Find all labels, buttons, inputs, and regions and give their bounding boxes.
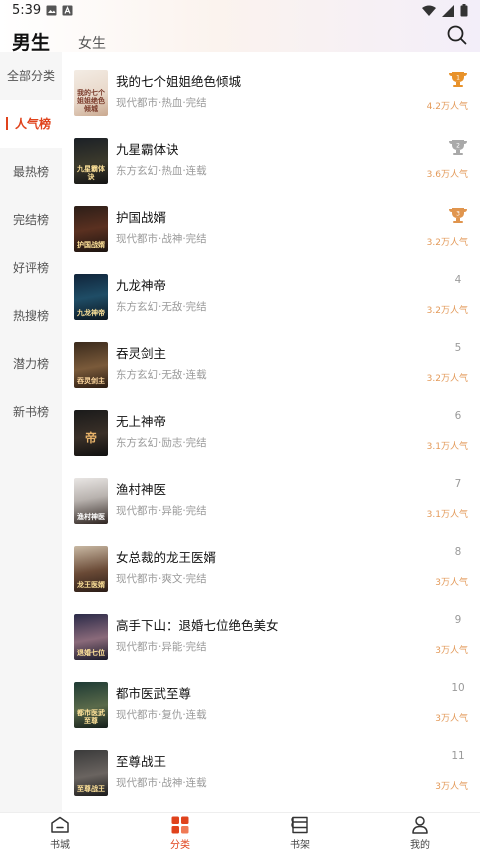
book-cover[interactable]: 龙王医婿	[74, 546, 108, 592]
popularity-count: 3万人气	[435, 646, 468, 656]
book-cover[interactable]: 吞灵剑主	[74, 342, 108, 388]
popularity-count: 3.2万人气	[426, 374, 468, 384]
tab-male[interactable]: 男生	[12, 28, 50, 55]
svg-text:1: 1	[456, 75, 460, 82]
bookshelf-icon	[291, 816, 308, 834]
book-title[interactable]: 渔村神医	[116, 479, 166, 498]
sidebar-item-all-categories[interactable]: 全部分类	[0, 52, 62, 100]
book-row[interactable]: 九星霸体诀 九星霸体诀 东方玄幻·热血·连载 2 3.6万人气	[62, 138, 480, 206]
rank-number: 11	[451, 750, 465, 762]
book-title[interactable]: 至尊战王	[116, 751, 166, 770]
signal-icon	[442, 4, 454, 17]
book-title[interactable]: 高手下山：退婚七位绝色美女	[116, 615, 279, 634]
book-title[interactable]: 吞灵剑主	[116, 343, 166, 362]
image-notification-icon	[46, 5, 57, 16]
book-title[interactable]: 都市医武至尊	[116, 683, 191, 702]
svg-text:3: 3	[456, 211, 460, 218]
popularity-count: 3.1万人气	[426, 442, 468, 452]
book-tags: 东方玄幻·热血·连载	[116, 165, 207, 177]
book-row[interactable]: 九龙神帝 九龙神帝 东方玄幻·无敌·完结 4 3.2万人气	[62, 274, 480, 342]
book-tags: 现代都市·战神·连载	[116, 777, 207, 789]
sidebar-item-hottest[interactable]: 最热榜	[0, 148, 62, 196]
category-sidebar: 全部分类 人气榜 最热榜 完结榜 好评榜 热搜榜 潜力榜 新书榜	[0, 52, 62, 812]
popularity-count: 4.2万人气	[426, 102, 468, 112]
book-row[interactable]: 退婚七位 高手下山：退婚七位绝色美女 现代都市·异能·完结 9 3万人气	[62, 614, 480, 682]
book-cover[interactable]: 渔村神医	[74, 478, 108, 524]
book-tags: 东方玄幻·励志·完结	[116, 437, 207, 449]
book-cover[interactable]: 至尊战王	[74, 750, 108, 796]
status-bar: 5:39	[0, 0, 480, 22]
book-tags: 现代都市·异能·完结	[116, 641, 207, 653]
book-title[interactable]: 九星霸体诀	[116, 139, 179, 158]
nav-bookstore[interactable]: 书城	[30, 816, 90, 853]
rank-number: 5	[454, 342, 462, 354]
rank-number: 6	[454, 410, 462, 422]
nav-profile[interactable]: 我的	[390, 816, 450, 853]
book-cover[interactable]: 都市医武至尊	[74, 682, 108, 728]
book-ranking-list: 我的七个姐姐绝色倾城 我的七个姐姐绝色倾城 现代都市·热血·完结 1 4.2万人…	[62, 52, 480, 812]
sidebar-item-new-books[interactable]: 新书榜	[0, 388, 62, 436]
popularity-count: 3.1万人气	[426, 510, 468, 520]
bronze-trophy-icon: 3	[449, 208, 467, 223]
book-cover[interactable]: 九龙神帝	[74, 274, 108, 320]
bookstore-icon	[51, 816, 69, 833]
nav-category[interactable]: 分类	[150, 816, 210, 853]
popularity-count: 3万人气	[435, 782, 468, 792]
book-tags: 现代都市·复仇·连载	[116, 709, 207, 721]
rank-number: 7	[454, 478, 462, 490]
profile-icon	[412, 816, 428, 834]
book-cover[interactable]: 退婚七位	[74, 614, 108, 660]
svg-text:2: 2	[456, 143, 460, 150]
sidebar-item-potential[interactable]: 潜力榜	[0, 340, 62, 388]
book-tags: 现代都市·异能·完结	[116, 505, 207, 517]
gold-trophy-icon: 1	[449, 72, 467, 87]
book-row[interactable]: 我的七个姐姐绝色倾城 我的七个姐姐绝色倾城 现代都市·热血·完结 1 4.2万人…	[62, 70, 480, 138]
book-cover[interactable]: 九星霸体诀	[74, 138, 108, 184]
popularity-count: 3.2万人气	[426, 238, 468, 248]
category-icon	[171, 816, 189, 834]
book-title[interactable]: 护国战婿	[116, 207, 166, 226]
book-row[interactable]: 帝 无上神帝 东方玄幻·励志·完结 6 3.1万人气	[62, 410, 480, 478]
book-cover[interactable]: 帝	[74, 410, 108, 456]
sidebar-item-completed[interactable]: 完结榜	[0, 196, 62, 244]
rank-number: 4	[454, 274, 462, 286]
nav-bookshelf[interactable]: 书架	[270, 816, 330, 853]
book-tags: 现代都市·爽文·完结	[116, 573, 207, 585]
sidebar-item-popularity[interactable]: 人气榜	[0, 100, 62, 148]
wifi-icon	[422, 5, 436, 16]
book-row[interactable]: 都市医武至尊 都市医武至尊 现代都市·复仇·连载 10 3万人气	[62, 682, 480, 750]
rank-number: 8	[454, 546, 462, 558]
book-cover[interactable]: 我的七个姐姐绝色倾城	[74, 70, 108, 116]
rank-number: 10	[451, 682, 465, 694]
book-row[interactable]: 至尊战王 至尊战王 现代都市·战神·连载 11 3万人气	[62, 750, 480, 818]
book-cover[interactable]: 护国战婿	[74, 206, 108, 252]
book-row[interactable]: 护国战婿 护国战婿 现代都市·战神·完结 3 3.2万人气	[62, 206, 480, 274]
battery-icon	[460, 4, 468, 17]
popularity-count: 3万人气	[435, 578, 468, 588]
sidebar-item-hot-search[interactable]: 热搜榜	[0, 292, 62, 340]
book-title[interactable]: 九龙神帝	[116, 275, 166, 294]
status-time: 5:39	[12, 3, 42, 18]
book-row[interactable]: 龙王医婿 女总裁的龙王医婿 现代都市·爽文·完结 8 3万人气	[62, 546, 480, 614]
book-title[interactable]: 我的七个姐姐绝色倾城	[116, 71, 241, 90]
popularity-count: 3万人气	[435, 714, 468, 724]
book-title[interactable]: 女总裁的龙王医婿	[116, 547, 216, 566]
tab-female[interactable]: 女生	[78, 33, 106, 53]
book-tags: 东方玄幻·无敌·完结	[116, 301, 207, 313]
popularity-count: 3.2万人气	[426, 306, 468, 316]
sidebar-item-top-rated[interactable]: 好评榜	[0, 244, 62, 292]
popularity-count: 3.6万人气	[426, 170, 468, 180]
book-row[interactable]: 吞灵剑主 吞灵剑主 东方玄幻·无敌·连载 5 3.2万人气	[62, 342, 480, 410]
search-icon[interactable]	[446, 24, 468, 46]
book-tags: 现代都市·战神·完结	[116, 233, 207, 245]
silver-trophy-icon: 2	[449, 140, 467, 155]
app-notification-icon	[62, 5, 73, 16]
bottom-navigation: 书城 分类 书架 我的	[0, 812, 480, 853]
book-title[interactable]: 无上神帝	[116, 411, 166, 430]
rank-number: 9	[454, 614, 462, 626]
book-tags: 现代都市·热血·完结	[116, 97, 207, 109]
book-tags: 东方玄幻·无敌·连载	[116, 369, 207, 381]
book-row[interactable]: 渔村神医 渔村神医 现代都市·异能·完结 7 3.1万人气	[62, 478, 480, 546]
